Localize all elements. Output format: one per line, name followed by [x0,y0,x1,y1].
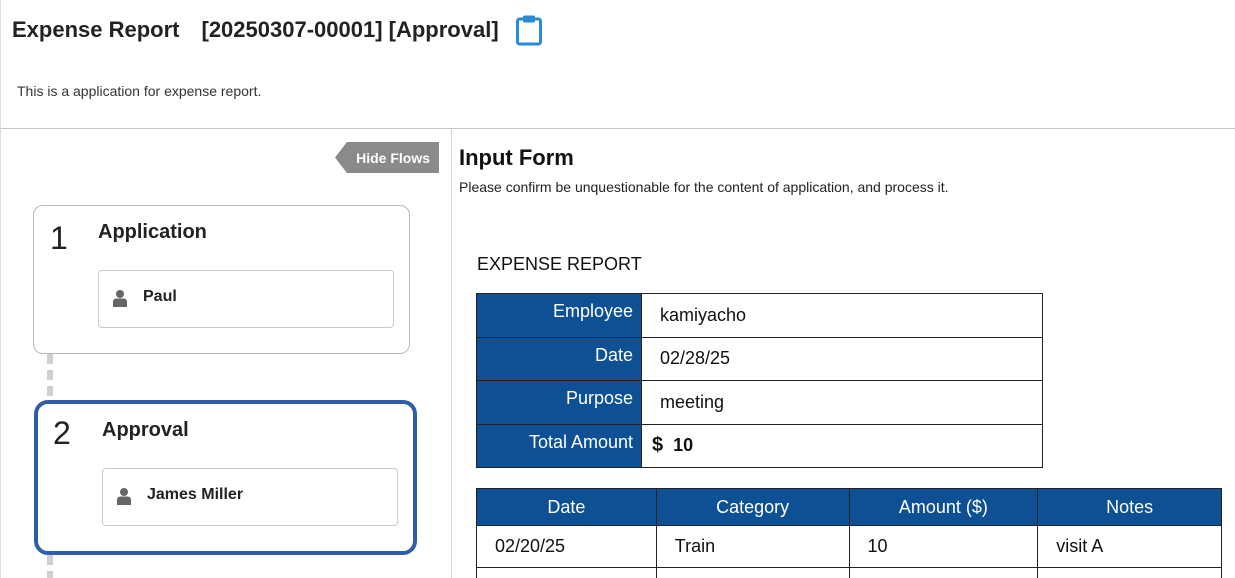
table-row: 02/20/25 Train 10 visit A [476,525,1222,568]
table-row: Date 02/28/25 [476,336,1043,381]
report-title: EXPENSE REPORT [477,254,642,274]
cell-amount: 10 [848,525,1039,568]
field-value-date: 02/28/25 [641,336,1043,381]
flow-connector [47,354,53,400]
process-title: [20250307-00001] [Approval] [201,17,499,42]
user-icon [117,487,131,505]
clipboard-icon[interactable] [515,14,543,46]
input-form-panel: Input Form Please confirm be unquestiona… [453,129,1235,578]
field-label-total-amount: Total Amount [476,423,642,468]
field-value-employee: kamiyacho [641,293,1043,338]
table-row [476,567,1222,578]
title-row: Expense Report [20250307-00001] [Approva… [12,14,543,46]
field-value-total-amount: $10 [641,423,1043,468]
field-label-purpose: Purpose [476,380,642,425]
cell-empty [476,567,657,578]
report-info-table: Employee kamiyacho Date 02/28/25 Purpose… [476,293,1043,468]
expense-detail-table: Date Category Amount ($) Notes 02/20/25 … [476,488,1222,578]
cell-category: Train [655,525,850,568]
cell-empty [655,567,850,578]
user-name: Paul [143,288,177,305]
field-label-employee: Employee [476,293,642,338]
step-number: 1 [50,220,68,256]
page-header: Expense Report [20250307-00001] [Approva… [0,0,1235,129]
flow-step-application[interactable]: 1 Application Paul [33,205,410,354]
flow-panel: Hide Flows 1 Application Paul 2 Approval [0,129,452,578]
step-name: Approval [102,419,189,441]
column-header-category: Category [655,488,850,526]
column-header-date: Date [476,488,657,526]
table-row: Total Amount $10 [476,423,1043,468]
column-header-notes: Notes [1037,488,1222,526]
field-label-date: Date [476,336,642,381]
form-description: Please confirm be unquestionable for the… [459,179,949,195]
cell-date: 02/20/25 [476,525,657,568]
cell-notes: visit A [1037,525,1222,568]
application-description: This is a application for expense report… [17,83,262,99]
step-user: James Miller [102,468,398,526]
field-value-purpose: meeting [641,380,1043,425]
step-user: Paul [98,270,394,328]
cell-empty [1037,567,1222,578]
user-icon [113,289,127,307]
page-title: Expense Report [12,17,180,42]
table-row: Purpose meeting [476,380,1043,425]
form-title: Input Form [459,145,574,170]
total-amount-value: 10 [673,435,694,456]
table-row: Employee kamiyacho [476,293,1043,338]
cell-empty [848,567,1039,578]
flow-connector [47,555,53,578]
flow-step-approval[interactable]: 2 Approval James Miller [34,400,417,555]
hide-flows-button[interactable]: Hide Flows [335,142,439,173]
step-name: Application [98,221,207,243]
column-header-amount: Amount ($) [848,488,1039,526]
step-number: 2 [53,415,71,451]
user-name: James Miller [147,486,244,503]
table-header-row: Date Category Amount ($) Notes [476,488,1222,526]
currency-symbol: $ [652,434,664,457]
